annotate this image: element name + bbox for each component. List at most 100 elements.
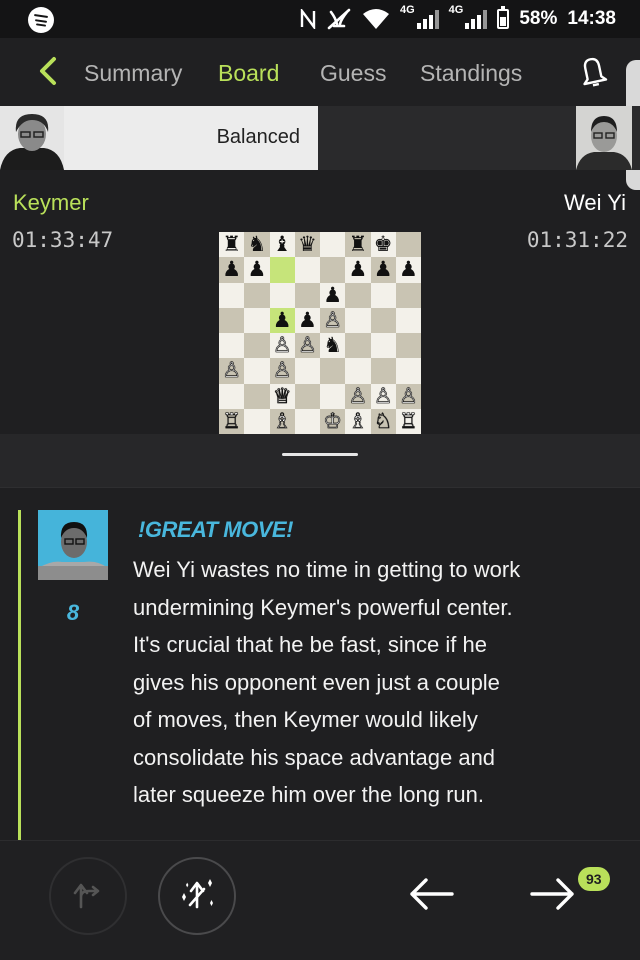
tab-summary[interactable]: Summary bbox=[84, 60, 182, 87]
best-move-button[interactable] bbox=[158, 857, 236, 935]
square-c5[interactable]: ♟ bbox=[269, 307, 295, 333]
piece-d5[interactable]: ♟ bbox=[298, 309, 317, 331]
square-b4[interactable] bbox=[244, 333, 270, 359]
piece-f1[interactable]: ♗ bbox=[348, 410, 367, 432]
piece-a7[interactable]: ♟ bbox=[222, 259, 241, 280]
square-h7[interactable]: ♟ bbox=[395, 257, 421, 283]
square-b3[interactable] bbox=[244, 358, 270, 384]
square-f1[interactable]: ♗ bbox=[345, 408, 371, 434]
chess-board[interactable]: ♜ ♞ ♝ ♛ ♜ ♚ ♟ ♟ ♟ ♟ ♟ ♟ ♟ ♟ ♙ ♙ ♙ ♞ ♙ ♙ ♕ ♙ ♙ ♙ ♖ ♗ ♔ ♗ ♘ ♖ bbox=[219, 232, 421, 434]
square-d2[interactable] bbox=[294, 383, 320, 409]
piece-c4[interactable]: ♙ bbox=[272, 334, 291, 356]
square-a4[interactable] bbox=[219, 333, 245, 359]
square-a6[interactable] bbox=[219, 282, 245, 308]
square-e2[interactable] bbox=[320, 383, 346, 409]
square-d7[interactable] bbox=[294, 257, 320, 283]
piece-e4[interactable]: ♞ bbox=[323, 335, 342, 356]
square-g6[interactable] bbox=[370, 282, 396, 308]
square-h6[interactable] bbox=[395, 282, 421, 308]
piece-c2[interactable]: ♕ bbox=[272, 385, 291, 407]
piece-g2[interactable]: ♙ bbox=[373, 385, 392, 407]
piece-a8[interactable]: ♜ bbox=[222, 234, 241, 255]
square-g7[interactable]: ♟ bbox=[370, 257, 396, 283]
tab-board[interactable]: Board bbox=[218, 60, 279, 87]
square-c8[interactable]: ♝ bbox=[269, 232, 295, 258]
square-f6[interactable] bbox=[345, 282, 371, 308]
piece-d8[interactable]: ♛ bbox=[298, 234, 317, 255]
square-g2[interactable]: ♙ bbox=[370, 383, 396, 409]
square-f4[interactable] bbox=[345, 333, 371, 359]
back-chevron-icon[interactable] bbox=[34, 56, 64, 86]
square-b5[interactable] bbox=[244, 307, 270, 333]
square-a7[interactable]: ♟ bbox=[219, 257, 245, 283]
square-e8[interactable] bbox=[320, 232, 346, 258]
piece-g7[interactable]: ♟ bbox=[374, 259, 393, 280]
square-c7[interactable] bbox=[269, 257, 295, 283]
square-a3[interactable]: ♙ bbox=[219, 358, 245, 384]
square-c1[interactable]: ♗ bbox=[269, 408, 295, 434]
square-d4[interactable]: ♙ bbox=[294, 333, 320, 359]
piece-a3[interactable]: ♙ bbox=[222, 360, 241, 382]
square-e7[interactable] bbox=[320, 257, 346, 283]
square-c3[interactable]: ♙ bbox=[269, 358, 295, 384]
square-f5[interactable] bbox=[345, 307, 371, 333]
square-g5[interactable] bbox=[370, 307, 396, 333]
square-h8[interactable] bbox=[395, 232, 421, 258]
square-h4[interactable] bbox=[395, 333, 421, 359]
piece-f8[interactable]: ♜ bbox=[348, 234, 367, 255]
square-d6[interactable] bbox=[294, 282, 320, 308]
square-e6[interactable]: ♟ bbox=[320, 282, 346, 308]
piece-d4[interactable]: ♙ bbox=[298, 334, 317, 356]
notification-bell-icon[interactable] bbox=[576, 54, 610, 88]
piece-h1[interactable]: ♖ bbox=[399, 410, 418, 432]
square-g4[interactable] bbox=[370, 333, 396, 359]
square-c6[interactable] bbox=[269, 282, 295, 308]
square-g3[interactable] bbox=[370, 358, 396, 384]
square-a2[interactable] bbox=[219, 383, 245, 409]
square-b8[interactable]: ♞ bbox=[244, 232, 270, 258]
comments-sheet-header[interactable] bbox=[0, 434, 640, 488]
square-f8[interactable]: ♜ bbox=[345, 232, 371, 258]
piece-e5[interactable]: ♙ bbox=[323, 309, 342, 331]
square-h2[interactable]: ♙ bbox=[395, 383, 421, 409]
piece-b7[interactable]: ♟ bbox=[247, 259, 266, 280]
next-move-arrow-icon[interactable] bbox=[526, 871, 580, 917]
piece-f2[interactable]: ♙ bbox=[348, 385, 367, 407]
square-e3[interactable] bbox=[320, 358, 346, 384]
square-f3[interactable] bbox=[345, 358, 371, 384]
piece-c5[interactable]: ♟ bbox=[273, 309, 292, 331]
square-h1[interactable]: ♖ bbox=[395, 408, 421, 434]
piece-g1[interactable]: ♘ bbox=[373, 410, 392, 432]
square-g1[interactable]: ♘ bbox=[370, 408, 396, 434]
square-e5[interactable]: ♙ bbox=[320, 307, 346, 333]
square-b2[interactable] bbox=[244, 383, 270, 409]
piece-e1[interactable]: ♔ bbox=[323, 410, 342, 432]
square-a1[interactable]: ♖ bbox=[219, 408, 245, 434]
square-c4[interactable]: ♙ bbox=[269, 333, 295, 359]
square-a8[interactable]: ♜ bbox=[219, 232, 245, 258]
piece-f7[interactable]: ♟ bbox=[348, 259, 367, 280]
square-e4[interactable]: ♞ bbox=[320, 333, 346, 359]
piece-c8[interactable]: ♝ bbox=[273, 234, 292, 255]
variation-button[interactable] bbox=[49, 857, 127, 935]
piece-a1[interactable]: ♖ bbox=[222, 410, 241, 432]
square-h3[interactable] bbox=[395, 358, 421, 384]
tab-standings[interactable]: Standings bbox=[420, 60, 522, 87]
square-b6[interactable] bbox=[244, 282, 270, 308]
square-b7[interactable]: ♟ bbox=[244, 257, 270, 283]
previous-move-arrow-icon[interactable] bbox=[404, 871, 458, 917]
square-e1[interactable]: ♔ bbox=[320, 408, 346, 434]
square-d8[interactable]: ♛ bbox=[294, 232, 320, 258]
square-c2[interactable]: ♕ bbox=[269, 383, 295, 409]
piece-h2[interactable]: ♙ bbox=[399, 385, 418, 407]
square-h5[interactable] bbox=[395, 307, 421, 333]
square-d1[interactable] bbox=[294, 408, 320, 434]
square-f7[interactable]: ♟ bbox=[345, 257, 371, 283]
piece-c1[interactable]: ♗ bbox=[272, 410, 291, 432]
square-d3[interactable] bbox=[294, 358, 320, 384]
square-b1[interactable] bbox=[244, 408, 270, 434]
square-f2[interactable]: ♙ bbox=[345, 383, 371, 409]
piece-e6[interactable]: ♟ bbox=[323, 284, 342, 306]
square-a5[interactable] bbox=[219, 307, 245, 333]
tab-guess[interactable]: Guess bbox=[320, 60, 386, 87]
